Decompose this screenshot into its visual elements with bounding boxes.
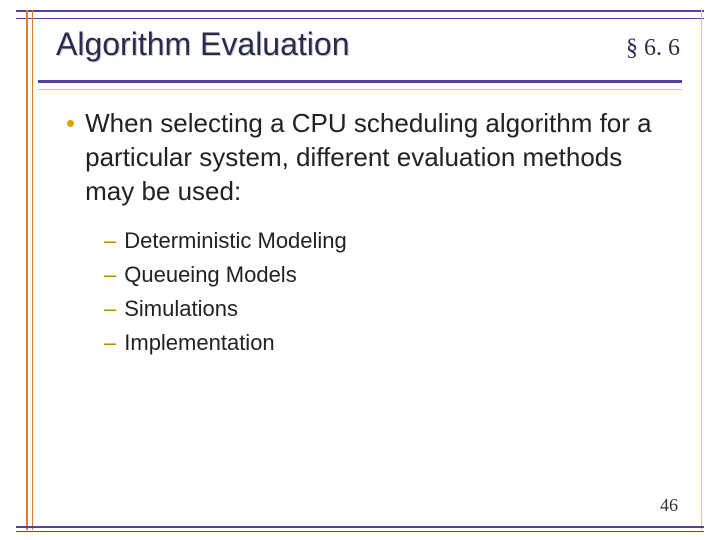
- bullet-dot-icon: •: [66, 106, 75, 140]
- bullet-item: • When selecting a CPU scheduling algori…: [66, 106, 670, 208]
- page-number: 46: [660, 495, 678, 516]
- dash-icon: –: [104, 294, 116, 324]
- bottom-rule-thin: [16, 531, 704, 532]
- dash-icon: –: [104, 226, 116, 256]
- sub-item-label: Implementation: [124, 328, 274, 358]
- sub-item-label: Deterministic Modeling: [124, 226, 347, 256]
- dash-icon: –: [104, 328, 116, 358]
- slide: Algorithm Evaluation § 6. 6 • When selec…: [0, 0, 720, 540]
- sub-item-label: Queueing Models: [124, 260, 296, 290]
- title-underline: [38, 80, 682, 90]
- bottom-rule: [16, 526, 704, 528]
- bullet-text: When selecting a CPU scheduling algorith…: [85, 106, 670, 208]
- slide-title: Algorithm Evaluation: [56, 26, 349, 63]
- sub-item: – Implementation: [104, 328, 670, 358]
- sub-item: – Deterministic Modeling: [104, 226, 670, 256]
- dash-icon: –: [104, 260, 116, 290]
- sub-item: – Queueing Models: [104, 260, 670, 290]
- section-reference: § 6. 6: [626, 35, 680, 62]
- header: Algorithm Evaluation § 6. 6: [56, 26, 680, 63]
- sub-item-label: Simulations: [124, 294, 238, 324]
- slide-body: • When selecting a CPU scheduling algori…: [66, 106, 670, 362]
- left-accent: [26, 10, 33, 530]
- sub-item: – Simulations: [104, 294, 670, 324]
- right-accent: [701, 10, 702, 530]
- top-rule: [16, 10, 704, 19]
- sub-list: – Deterministic Modeling – Queueing Mode…: [104, 226, 670, 358]
